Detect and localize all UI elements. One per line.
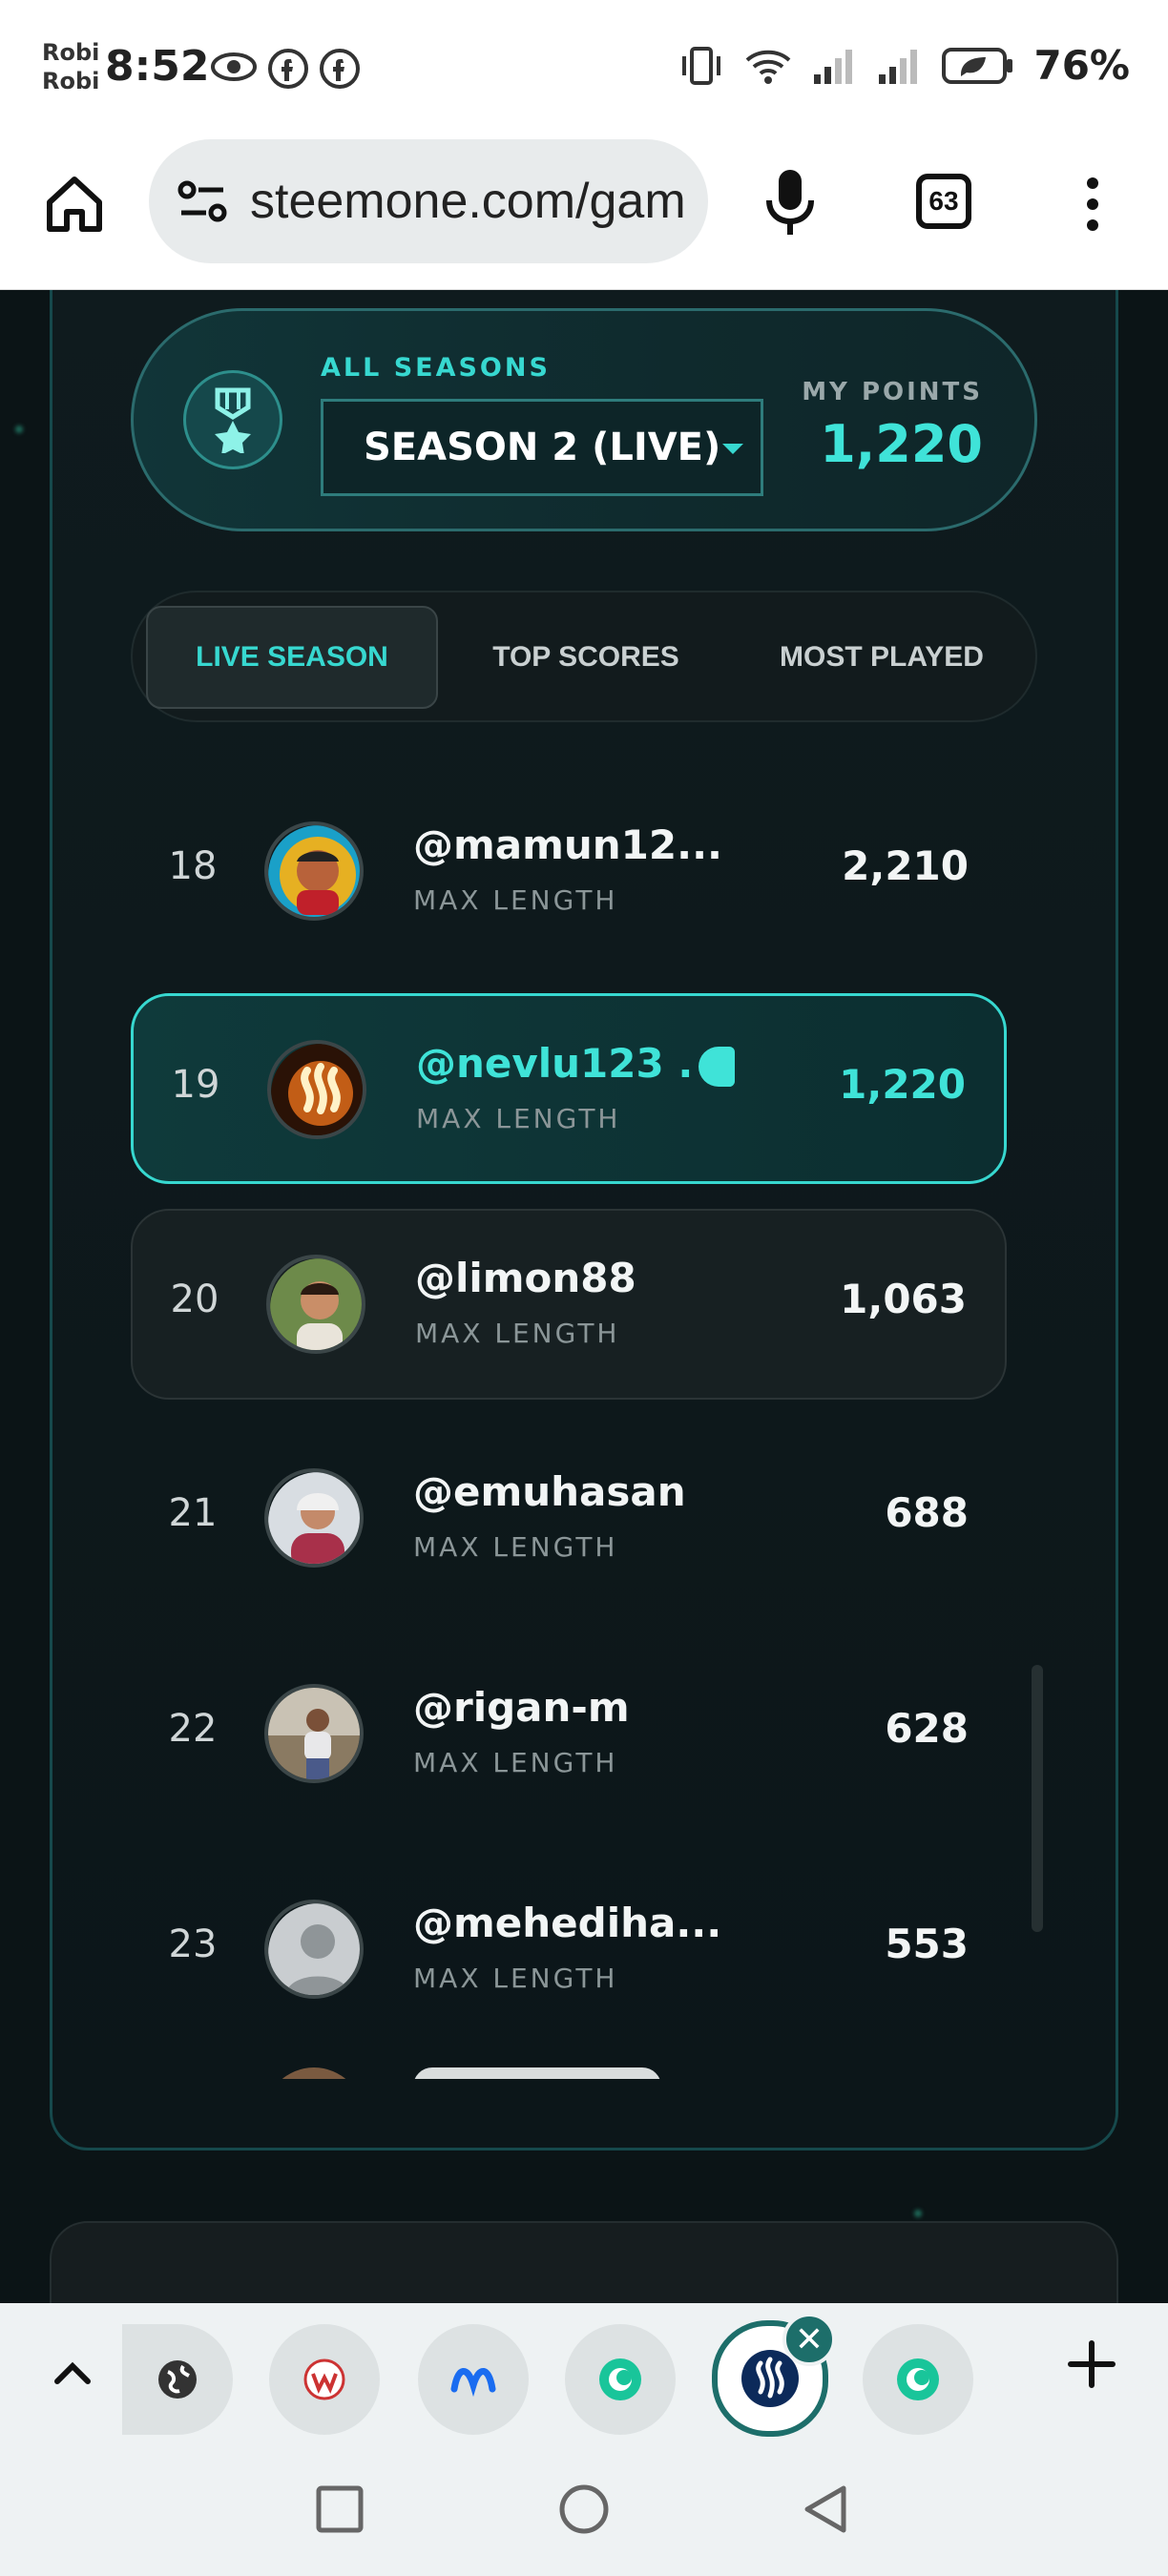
notification-icons xyxy=(210,48,361,90)
tab-chip-globe[interactable] xyxy=(122,2324,233,2435)
tab-live-season[interactable]: LIVE SEASON xyxy=(146,606,438,709)
signal-icon xyxy=(814,49,853,84)
recents-icon[interactable] xyxy=(311,2481,368,2538)
row-username[interactable]: @emuhasan xyxy=(413,1468,686,1515)
back-icon[interactable] xyxy=(798,2481,855,2538)
row-username[interactable]: @mamun12... xyxy=(413,821,722,868)
row-metric: MAX LENGTH xyxy=(415,1318,620,1349)
next-section-card xyxy=(50,2221,1118,2303)
row-rank: 18 xyxy=(168,844,218,888)
tab-most-played[interactable]: MOST PLAYED xyxy=(743,606,1020,709)
row-rank: 20 xyxy=(170,1278,219,1321)
carrier-1: Robi xyxy=(42,39,100,66)
eye-icon xyxy=(211,52,257,81)
row-username[interactable]: @mehediha... xyxy=(413,1900,721,1946)
row-rank: 23 xyxy=(168,1922,218,1966)
carrier-2: Robi xyxy=(42,68,100,94)
tune-icon[interactable] xyxy=(176,175,229,228)
mic-icon[interactable] xyxy=(760,166,821,239)
row-score: 2,210 xyxy=(842,842,969,889)
facebook-icon xyxy=(320,49,360,89)
chevron-down-icon xyxy=(722,444,743,454)
menu-icon[interactable] xyxy=(1076,172,1109,239)
glow-dot xyxy=(15,426,23,433)
glow-dot xyxy=(914,2210,922,2217)
all-seasons-label: ALL SEASONS xyxy=(321,353,551,383)
clock: 8:52 xyxy=(105,42,210,91)
home-icon[interactable] xyxy=(42,172,107,237)
tab-chip-steem-2[interactable] xyxy=(863,2324,973,2435)
row-metric: MAX LENGTH xyxy=(413,1963,618,1994)
vibrate-icon xyxy=(682,46,721,85)
row-username[interactable]: @limon88 xyxy=(415,1255,636,1301)
leaderboard-row[interactable]: 20 @limon88 MAX LENGTH 1,063 xyxy=(131,1209,1007,1400)
meta-icon xyxy=(450,2368,496,2398)
url-text[interactable]: steemone.com/gam xyxy=(250,173,699,230)
wifi-icon xyxy=(746,50,791,84)
chevron-up-icon[interactable] xyxy=(50,2351,95,2397)
row-score: 1,063 xyxy=(840,1276,967,1322)
avatar xyxy=(267,1040,366,1139)
leaderboard-panel: ALL SEASONS SEASON 2 (LIVE) MY POINTS 1,… xyxy=(50,290,1118,2150)
carrier-labels: Robi Robi xyxy=(42,38,99,95)
you-badge xyxy=(699,1046,736,1087)
row-score: 688 xyxy=(885,1489,969,1536)
avatar xyxy=(266,1255,365,1354)
tab-chip-meta[interactable] xyxy=(418,2324,529,2435)
steemone-icon xyxy=(599,2358,641,2400)
row-metric: MAX LENGTH xyxy=(413,884,618,916)
medal-icon xyxy=(183,370,282,469)
battery-icon xyxy=(942,47,1013,84)
tab-chip-site[interactable] xyxy=(269,2324,380,2435)
season-dropdown[interactable]: SEASON 2 (LIVE) xyxy=(321,399,763,496)
row-metric: MAX LENGTH xyxy=(413,1747,618,1778)
tab-dock: ✕ xyxy=(0,2303,1168,2446)
tabs-count-button[interactable]: 63 xyxy=(916,174,971,229)
leaderboard-tabs: LIVE SEASON TOP SCORES MOST PLAYED xyxy=(131,591,1037,722)
address-bar[interactable]: steemone.com/gam xyxy=(149,139,708,263)
row-score: 628 xyxy=(885,1705,969,1752)
plus-icon[interactable] xyxy=(1065,2337,1118,2391)
signal-icon xyxy=(879,49,918,84)
username-text: @nevlu123 . xyxy=(416,1040,694,1087)
system-icons: 76% xyxy=(678,42,1130,89)
row-metric: MAX LENGTH xyxy=(413,1531,618,1563)
system-nav-bar xyxy=(0,2446,1168,2576)
row-score: 1,220 xyxy=(839,1061,966,1108)
home-nav-icon[interactable] xyxy=(555,2481,613,2538)
site-icon xyxy=(303,2358,345,2400)
leaderboard-row-current-user[interactable]: 19 @nevlu123 . MAX LENGTH 1,220 xyxy=(131,993,1007,1184)
status-bar: Robi Robi 8:52 76% xyxy=(0,0,1168,139)
steemone-icon xyxy=(897,2358,939,2400)
leaderboard-row[interactable]: 22 @rigan-m MAX LENGTH 628 xyxy=(131,1640,1007,1831)
avatar xyxy=(264,1468,364,1568)
leaderboard-row[interactable]: 21 @emuhasan MAX LENGTH 688 xyxy=(131,1424,1007,1615)
tab-top-scores[interactable]: TOP SCORES xyxy=(457,606,715,709)
row-username[interactable]: @nevlu123 . xyxy=(416,1040,736,1087)
avatar xyxy=(264,821,364,921)
my-points-value: 1,220 xyxy=(820,414,983,474)
battery-percent: 76% xyxy=(1033,42,1130,89)
row-rank: 19 xyxy=(171,1063,220,1107)
browser-toolbar: steemone.com/gam 63 xyxy=(0,139,1168,290)
my-points-label: MY POINTS xyxy=(802,378,983,406)
leaderboard-row[interactable]: 18 @mamun12... MAX LENGTH 2,210 xyxy=(131,778,1007,968)
row-metric: MAX LENGTH xyxy=(416,1103,621,1134)
row-rank: 21 xyxy=(168,1491,218,1535)
leaderboard-row[interactable]: 23 @mehediha... MAX LENGTH 553 xyxy=(131,1856,1007,2046)
clipped-row xyxy=(131,2067,1007,2079)
row-score: 553 xyxy=(885,1921,969,1967)
avatar xyxy=(264,1900,364,1999)
tab-chip-steem[interactable] xyxy=(565,2324,676,2435)
page-content: ALL SEASONS SEASON 2 (LIVE) MY POINTS 1,… xyxy=(0,290,1168,2303)
season-selected: SEASON 2 (LIVE) xyxy=(364,426,721,469)
row-rank: 22 xyxy=(168,1707,218,1751)
row-username[interactable]: @rigan-m xyxy=(413,1684,630,1731)
scrollbar-thumb[interactable] xyxy=(1032,1665,1043,1932)
facebook-icon xyxy=(268,49,308,89)
close-icon[interactable]: ✕ xyxy=(782,2313,836,2366)
globe-icon xyxy=(158,2360,197,2399)
season-card: ALL SEASONS SEASON 2 (LIVE) MY POINTS 1,… xyxy=(131,308,1037,531)
avatar xyxy=(264,1684,364,1783)
